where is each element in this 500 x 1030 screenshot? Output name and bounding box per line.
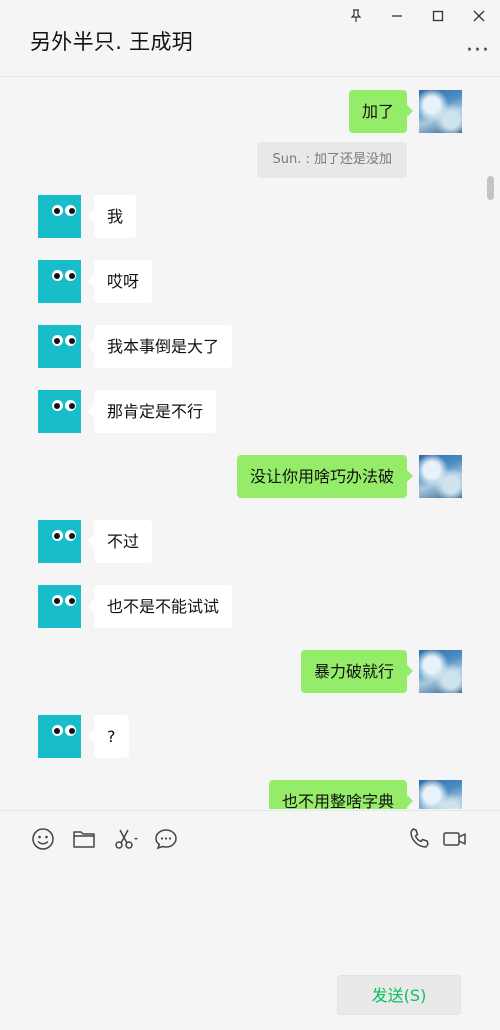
my-avatar[interactable] — [419, 650, 462, 693]
my-message-bubble[interactable]: 没让你用啥巧办法破 — [236, 455, 414, 498]
my-message-bubble[interactable]: 暴力破就行 — [300, 650, 414, 693]
scrollbar-thumb[interactable] — [487, 176, 494, 200]
emoji-icon[interactable] — [31, 827, 57, 853]
contact-avatar[interactable] — [38, 715, 81, 758]
chat-header: 另外半只. 王成玥 ··· — [0, 0, 500, 77]
their-message-bubble[interactable]: ? — [88, 715, 129, 758]
message-input[interactable] — [20, 871, 480, 971]
contact-avatar[interactable] — [38, 325, 81, 368]
contact-avatar[interactable] — [38, 260, 81, 303]
their-message-bubble[interactable]: 那肯定是不行 — [87, 390, 217, 433]
my-message-bubble[interactable]: 也不用整啥字典 — [268, 780, 414, 809]
chat-bubble-icon[interactable] — [154, 827, 180, 853]
my-avatar[interactable] — [419, 455, 462, 498]
maximize-icon[interactable] — [427, 5, 449, 27]
their-message-bubble[interactable]: 我 — [87, 195, 137, 238]
phone-icon[interactable] — [407, 827, 433, 853]
close-icon[interactable] — [468, 5, 490, 27]
my-avatar[interactable] — [419, 90, 462, 133]
video-icon[interactable] — [442, 827, 468, 853]
folder-icon[interactable] — [72, 827, 98, 853]
message-list[interactable]: 加了 Sun. : 加了还是没加 我 哎呀 我本事倒是大了 那肯定是不行 没让你… — [0, 78, 500, 809]
contact-avatar[interactable] — [38, 585, 81, 628]
send-button[interactable]: 发送(S) — [337, 975, 461, 1015]
minimize-icon[interactable] — [386, 5, 408, 27]
contact-avatar[interactable] — [38, 195, 81, 238]
their-message-bubble[interactable]: 不过 — [87, 520, 153, 563]
more-options-button[interactable]: ··· — [466, 38, 490, 63]
composer-panel: 发送(S) — [0, 810, 500, 1030]
their-message-bubble[interactable]: 我本事倒是大了 — [87, 325, 233, 368]
quoted-message[interactable]: Sun. : 加了还是没加 — [257, 142, 407, 178]
my-avatar[interactable] — [419, 780, 462, 809]
their-message-bubble[interactable]: 哎呀 — [87, 260, 153, 303]
scissors-icon[interactable] — [113, 827, 139, 853]
pin-icon[interactable] — [345, 5, 367, 27]
my-message-bubble[interactable]: 加了 — [348, 90, 414, 133]
contact-avatar[interactable] — [38, 390, 81, 433]
their-message-bubble[interactable]: 也不是不能试试 — [87, 585, 233, 628]
chat-title: 另外半只. 王成玥 — [30, 30, 194, 54]
contact-avatar[interactable] — [38, 520, 81, 563]
